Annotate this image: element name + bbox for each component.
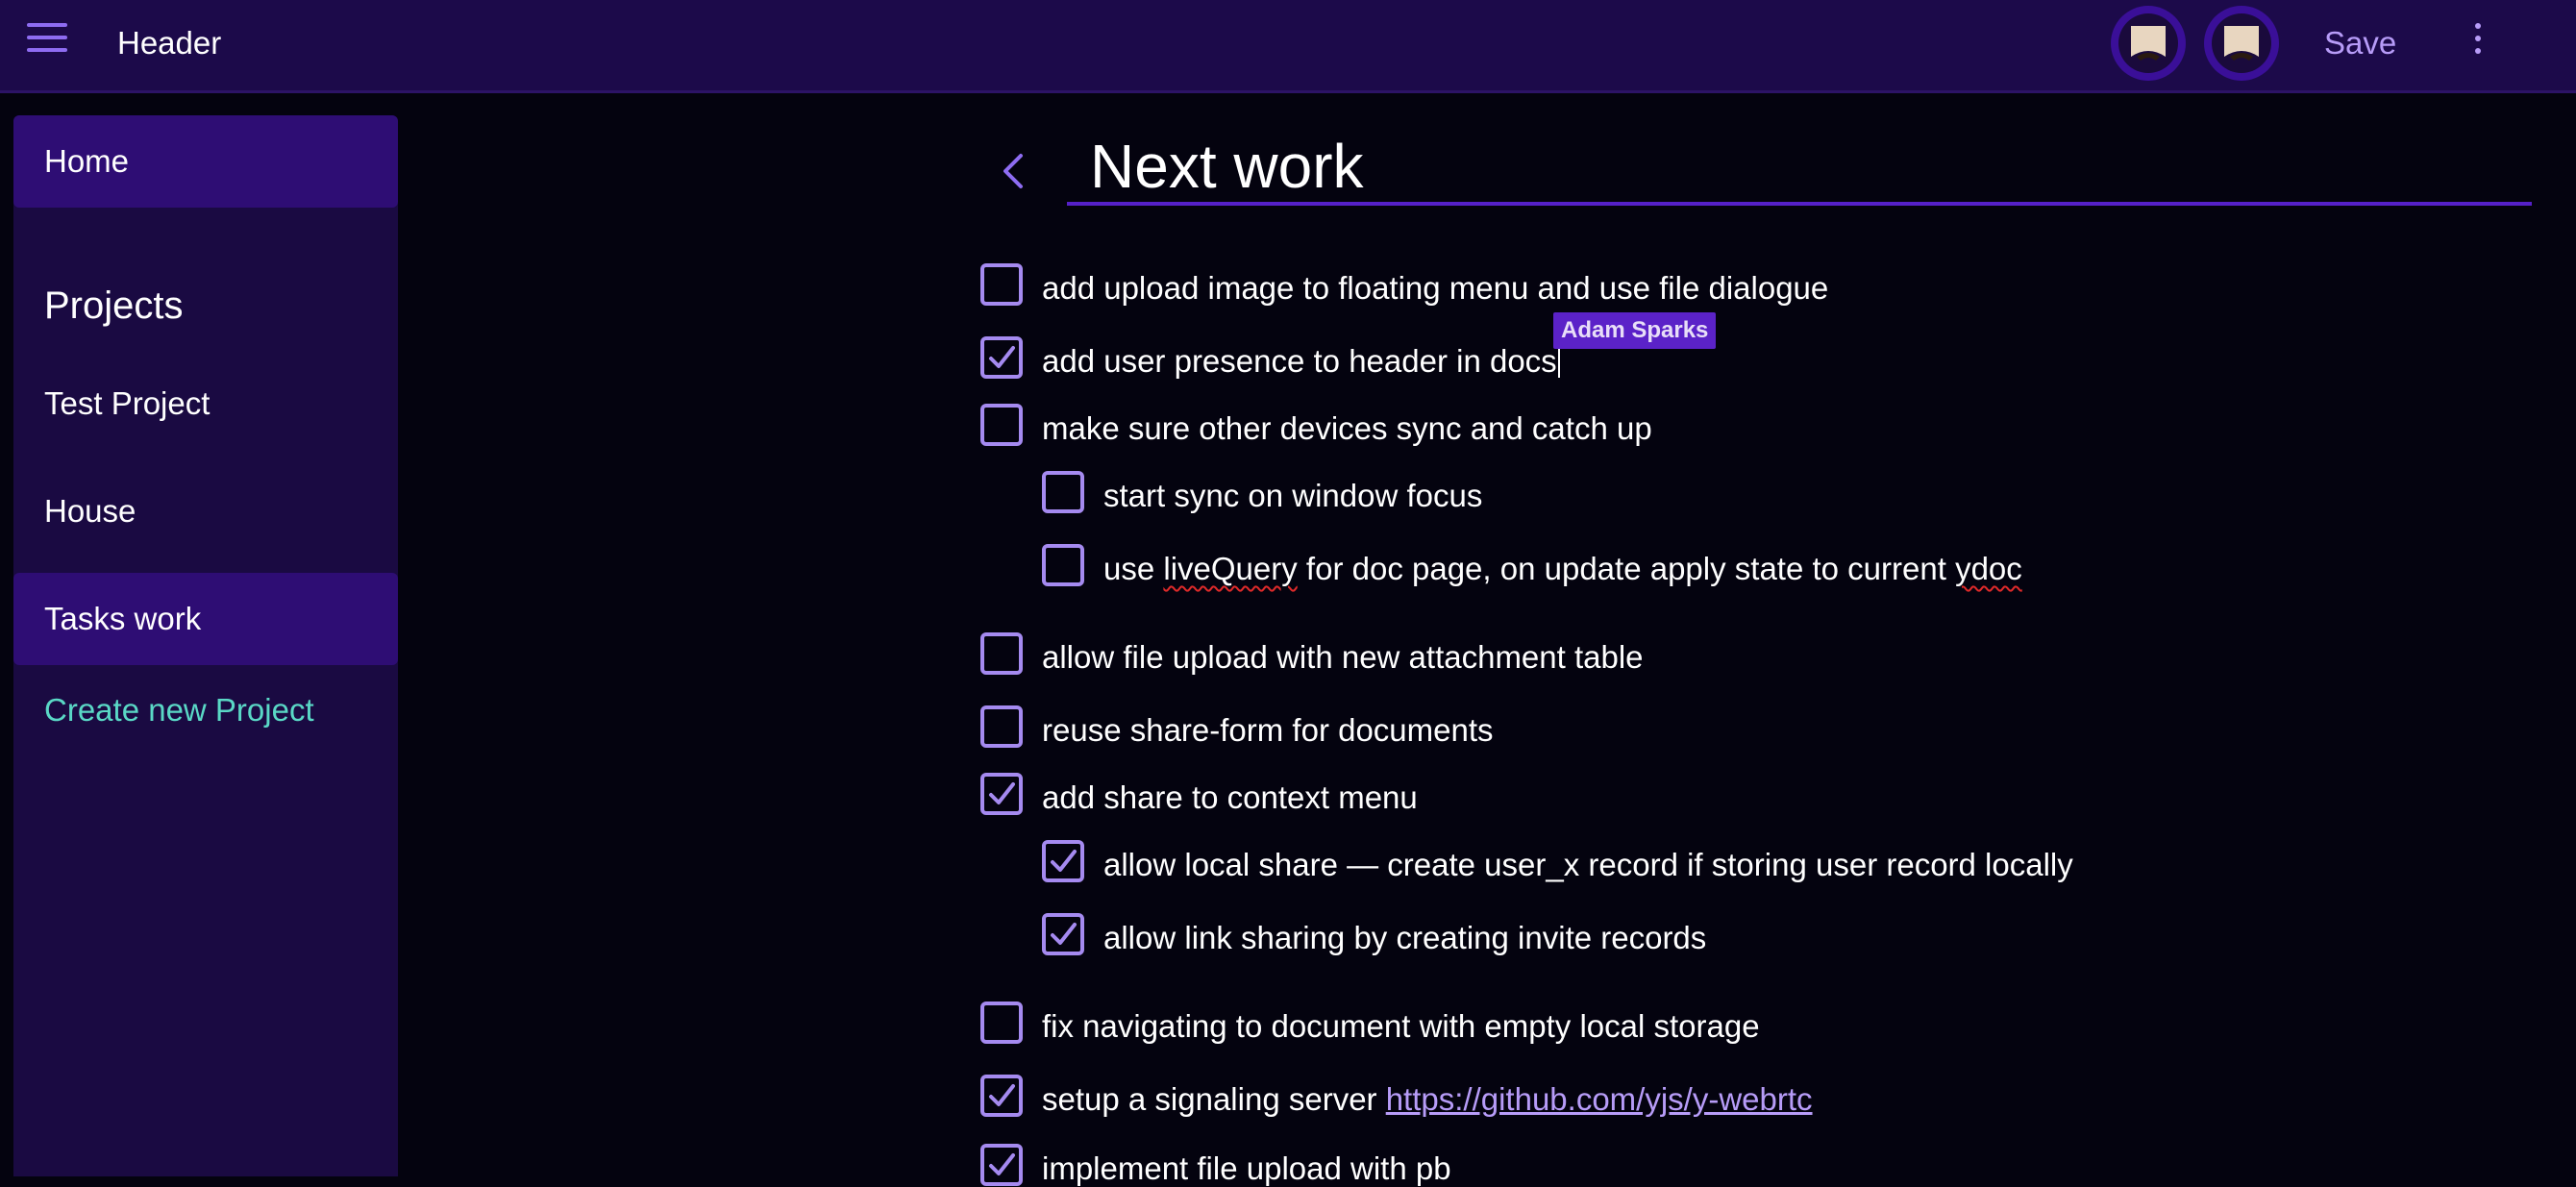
task-item: add share to context menu	[980, 773, 1418, 815]
spellcheck-word: ydoc	[1955, 551, 2022, 586]
hamburger-menu-icon[interactable]	[27, 23, 67, 58]
user-presence-label: Adam Sparks	[1553, 312, 1717, 349]
task-item: fix navigating to document with empty lo…	[980, 1002, 1760, 1044]
task-item: add user presence to header in docs	[980, 336, 1560, 379]
task-checkbox[interactable]	[980, 1144, 1023, 1186]
user-avatar-1[interactable]	[2111, 6, 2186, 81]
task-item: make sure other devices sync and catch u…	[980, 404, 1652, 446]
create-project-link[interactable]: Create new Project	[44, 692, 314, 729]
task-checkbox[interactable]	[1042, 544, 1084, 586]
task-text-segment: setup a signaling server	[1042, 1081, 1386, 1117]
task-checkbox[interactable]	[1042, 913, 1084, 955]
task-text[interactable]: fix navigating to document with empty lo…	[1042, 1008, 1760, 1045]
task-checkbox[interactable]	[980, 1075, 1023, 1117]
task-text[interactable]: add user presence to header in docs	[1042, 343, 1560, 380]
app-header: Header Save	[0, 0, 2576, 93]
task-item: allow local share — create user_x record…	[1042, 840, 2073, 882]
task-checkbox[interactable]	[980, 773, 1023, 815]
task-checkbox[interactable]	[980, 632, 1023, 675]
task-text[interactable]: add share to context menu	[1042, 779, 1418, 816]
task-checkbox[interactable]	[1042, 840, 1084, 882]
task-checkbox[interactable]	[980, 263, 1023, 306]
sidebar-item-test-project[interactable]: Test Project	[13, 358, 398, 450]
task-text[interactable]: use liveQuery for doc page, on update ap…	[1103, 551, 2022, 587]
task-checkbox[interactable]	[980, 1002, 1023, 1044]
task-text[interactable]: allow link sharing by creating invite re…	[1103, 920, 1706, 956]
task-text[interactable]: setup a signaling server https://github.…	[1042, 1081, 1813, 1118]
user-avatar-icon	[2212, 13, 2271, 73]
task-checkbox[interactable]	[980, 336, 1023, 379]
task-checkbox[interactable]	[980, 404, 1023, 446]
task-text[interactable]: add upload image to floating menu and us…	[1042, 270, 1828, 307]
task-checkbox[interactable]	[1042, 471, 1084, 513]
sidebar-item-home[interactable]: Home	[13, 115, 398, 208]
sidebar-item-house[interactable]: House	[13, 465, 398, 557]
save-button[interactable]: Save	[2324, 25, 2396, 62]
task-text[interactable]: make sure other devices sync and catch u…	[1042, 410, 1652, 447]
user-avatar-2[interactable]	[2204, 6, 2279, 81]
spellcheck-word: liveQuery	[1163, 551, 1298, 586]
sidebar-item-label: Tasks work	[44, 601, 202, 636]
task-item: allow link sharing by creating invite re…	[1042, 913, 1706, 955]
task-item: implement file upload with pb	[980, 1144, 1451, 1186]
sidebar-item-label: Home	[44, 143, 130, 179]
task-text[interactable]: implement file upload with pb	[1042, 1150, 1451, 1187]
task-text[interactable]: reuse share-form for documents	[1042, 712, 1494, 749]
task-item: reuse share-form for documents	[980, 705, 1494, 748]
task-text[interactable]: start sync on window focus	[1103, 478, 1482, 514]
task-item: allow file upload with new attachment ta…	[980, 632, 1644, 675]
document-title-input[interactable]: Next work	[1067, 127, 2532, 206]
back-chevron-icon[interactable]	[1000, 152, 1027, 190]
more-vertical-icon[interactable]	[2466, 19, 2489, 58]
user-avatar-icon	[2118, 13, 2178, 73]
task-text[interactable]: allow local share — create user_x record…	[1103, 847, 2073, 883]
sidebar-item-label: House	[44, 493, 136, 529]
projects-heading: Projects	[44, 284, 184, 327]
task-text-content: add user presence to header in docs	[1042, 343, 1557, 379]
task-item: add upload image to floating menu and us…	[980, 263, 1828, 306]
task-text-segment: use	[1103, 551, 1164, 586]
signaling-server-link[interactable]: https://github.com/yjs/y-webrtc	[1386, 1081, 1813, 1117]
task-item: start sync on window focus	[1042, 471, 1482, 513]
task-text[interactable]: allow file upload with new attachment ta…	[1042, 639, 1644, 676]
task-checkbox[interactable]	[980, 705, 1023, 748]
task-item: use liveQuery for doc page, on update ap…	[1042, 544, 2022, 586]
header-title: Header	[117, 25, 222, 61]
task-text-segment: for doc page, on update apply state to c…	[1297, 551, 1956, 586]
task-item: setup a signaling server https://github.…	[980, 1075, 1813, 1117]
sidebar-item-label: Test Project	[44, 385, 211, 421]
sidebar: Home Projects Test Project House Tasks w…	[13, 115, 398, 1176]
sidebar-item-tasks-work[interactable]: Tasks work	[13, 573, 398, 665]
